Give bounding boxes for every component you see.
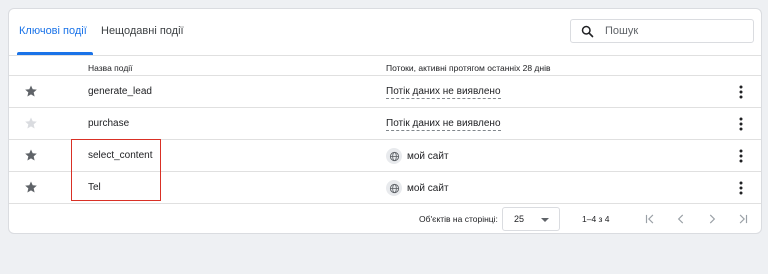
stream-name: мой сайт xyxy=(407,182,449,194)
search-icon xyxy=(581,25,594,38)
first-page-icon[interactable] xyxy=(643,212,657,226)
per-page-select[interactable]: 25 xyxy=(502,207,560,231)
table-row: generate_lead Потік даних не виявлено xyxy=(9,75,761,107)
more-vert-icon[interactable] xyxy=(735,85,747,99)
annotation-highlight-box xyxy=(71,139,161,201)
stream-web: мой сайт xyxy=(386,147,449,165)
column-header-streams: Потоки, активні протягом останніх 28 дні… xyxy=(386,63,551,73)
stream-status[interactable]: Потік даних не виявлено xyxy=(386,86,501,99)
pagination-bar: Об'єктів на сторінці: 25 1–4 з 4 xyxy=(9,203,761,235)
table-row: purchase Потік даних не виявлено xyxy=(9,107,761,139)
star-icon[interactable] xyxy=(24,116,38,130)
star-icon[interactable] xyxy=(24,84,38,98)
event-name: generate_lead xyxy=(88,86,152,97)
last-page-icon[interactable] xyxy=(736,212,750,226)
globe-icon xyxy=(386,148,402,164)
tab-key-events[interactable]: Ключові події xyxy=(19,25,87,37)
event-name: purchase xyxy=(88,118,130,129)
search-box[interactable] xyxy=(570,19,754,43)
stream-web: мой сайт xyxy=(386,179,449,197)
tab-bar: Ключові події Нещодавні події xyxy=(9,9,761,55)
stream-status[interactable]: Потік даних не виявлено xyxy=(386,118,501,131)
per-page-label: Об'єктів на сторінці: xyxy=(419,214,498,224)
page-range: 1–4 з 4 xyxy=(582,214,610,224)
events-card: Ключові події Нещодавні події Назва поді… xyxy=(8,8,762,234)
more-vert-icon[interactable] xyxy=(735,181,747,195)
column-header-event-name: Назва події xyxy=(88,63,133,73)
more-vert-icon[interactable] xyxy=(735,117,747,131)
search-input[interactable] xyxy=(605,24,745,38)
globe-icon xyxy=(386,180,402,196)
tab-recent-events[interactable]: Нещодавні події xyxy=(101,25,184,37)
stream-name: мой сайт xyxy=(407,150,449,162)
star-icon[interactable] xyxy=(24,180,38,194)
prev-page-icon[interactable] xyxy=(674,212,688,226)
table-header: Назва події Потоки, активні протягом ост… xyxy=(9,55,761,75)
star-icon[interactable] xyxy=(24,148,38,162)
next-page-icon[interactable] xyxy=(705,212,719,226)
chevron-down-icon xyxy=(541,218,549,222)
per-page-value: 25 xyxy=(514,214,525,224)
more-vert-icon[interactable] xyxy=(735,149,747,163)
